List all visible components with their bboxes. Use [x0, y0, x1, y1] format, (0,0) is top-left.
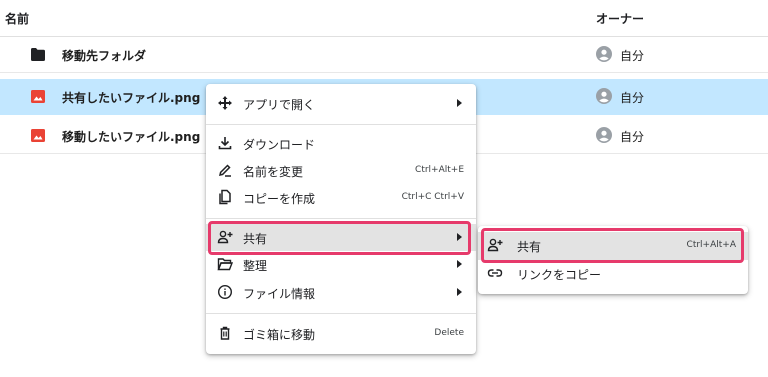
menu-item-make-copy[interactable]: コピーを作成 Ctrl+C Ctrl+V: [206, 184, 476, 211]
menu-divider: [206, 218, 476, 219]
menu-divider: [206, 313, 476, 314]
menu-item-organize[interactable]: 整理: [206, 251, 476, 278]
menu-item-label: リンクをコピー: [517, 268, 602, 282]
context-menu: アプリで開く ダウンロード 名前を変更 Ctrl+Alt+E コピーを作成 Ct…: [206, 84, 476, 354]
account-circle-icon: [596, 46, 612, 62]
menu-item-label: 共有: [517, 240, 542, 254]
chevron-right-icon: [457, 260, 462, 268]
folder-open-icon: [217, 258, 233, 271]
file-name: 移動先フォルダ: [62, 49, 147, 63]
file-name: 移動したいファイル.png: [62, 130, 201, 144]
pencil-icon: [218, 164, 231, 177]
share-submenu: 共有 Ctrl+Alt+A リンクをコピー: [478, 226, 748, 294]
chevron-right-icon: [457, 233, 462, 241]
trash-icon: [220, 326, 230, 340]
menu-item-label: アプリで開く: [243, 98, 316, 112]
menu-item-label: 名前を変更: [243, 165, 304, 179]
chevron-right-icon: [457, 288, 462, 296]
owner-name: 自分: [620, 49, 645, 63]
submenu-item-copy-link[interactable]: リンクをコピー: [478, 260, 748, 287]
owner-name: 自分: [620, 130, 645, 144]
menu-item-label: 整理: [243, 259, 268, 273]
person-add-icon: [217, 230, 233, 244]
account-circle-icon: [596, 88, 612, 104]
menu-item-label: 共有: [243, 232, 268, 246]
account-circle-icon: [596, 127, 612, 143]
folder-icon: [31, 48, 45, 61]
image-file-icon: [31, 129, 45, 142]
info-icon: [217, 284, 233, 300]
menu-item-label: ファイル情報: [243, 287, 316, 301]
download-icon: [218, 137, 232, 150]
shortcut-label: Delete: [434, 328, 464, 338]
name-column-header[interactable]: 名前: [5, 10, 29, 27]
menu-item-move-to-trash[interactable]: ゴミ箱に移動 Delete: [206, 320, 476, 347]
menu-item-label: コピーを作成: [243, 192, 316, 206]
open-with-icon: [218, 96, 232, 110]
menu-item-download[interactable]: ダウンロード: [206, 130, 476, 157]
menu-item-label: ダウンロード: [243, 138, 316, 152]
image-file-icon: [31, 90, 45, 103]
menu-item-file-info[interactable]: ファイル情報: [206, 279, 476, 306]
owner-name: 自分: [620, 91, 645, 105]
file-name: 共有したいファイル.png: [62, 91, 201, 105]
menu-item-rename[interactable]: 名前を変更 Ctrl+Alt+E: [206, 157, 476, 184]
menu-item-label: ゴミ箱に移動: [243, 328, 316, 342]
shortcut-label: Ctrl+C Ctrl+V: [401, 192, 464, 202]
menu-divider: [206, 124, 476, 125]
chevron-right-icon: [457, 99, 462, 107]
file-list-header: 名前 オーナー: [0, 0, 768, 37]
link-icon: [487, 269, 503, 277]
file-row[interactable]: 移動先フォルダ 自分: [0, 37, 768, 73]
shortcut-label: Ctrl+Alt+E: [415, 165, 464, 175]
copy-icon: [219, 189, 231, 205]
owner-column-header[interactable]: オーナー: [596, 10, 644, 27]
submenu-item-share[interactable]: 共有 Ctrl+Alt+A: [478, 232, 748, 260]
person-add-icon: [487, 238, 503, 252]
menu-item-open-with[interactable]: アプリで開く: [206, 90, 476, 117]
menu-item-share[interactable]: 共有: [206, 224, 476, 251]
shortcut-label: Ctrl+Alt+A: [686, 240, 736, 250]
